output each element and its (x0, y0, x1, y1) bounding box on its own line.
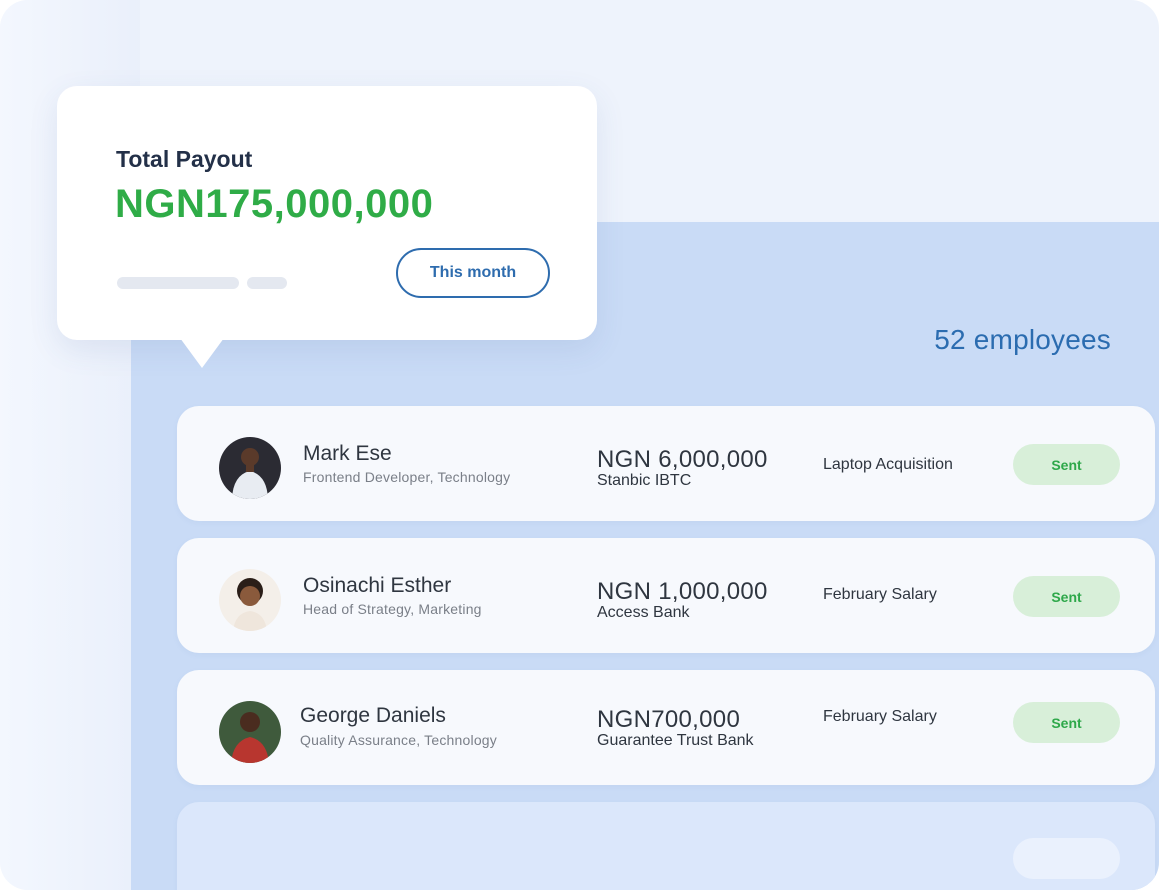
avatar (219, 437, 281, 499)
avatar (219, 701, 281, 763)
status-badge: Sent (1013, 702, 1120, 743)
bank-name: Access Bank (597, 604, 690, 621)
payment-amount: NGN700,000 (597, 706, 741, 733)
status-badge: Sent (1013, 576, 1120, 617)
employee-name: Mark Ese (303, 442, 392, 465)
avatar-image (219, 701, 281, 763)
payment-amount: NGN 6,000,000 (597, 446, 768, 473)
employee-name: Osinachi Esther (303, 574, 452, 597)
card-title: Total Payout (116, 146, 253, 172)
card-pointer (180, 338, 224, 368)
payment-amount: NGN 1,000,000 (597, 578, 768, 605)
placeholder-pill (1013, 838, 1120, 879)
employee-name: George Daniels (300, 704, 446, 727)
bank-name: Guarantee Trust Bank (597, 732, 754, 749)
payment-row[interactable]: Osinachi Esther Head of Strategy, Market… (177, 538, 1155, 653)
employee-role: Quality Assurance, Technology (300, 732, 497, 748)
employee-role: Frontend Developer, Technology (303, 469, 511, 485)
status-badge: Sent (1013, 444, 1120, 485)
skeleton-bar (247, 277, 287, 289)
employee-count: 52 employees (934, 324, 1111, 355)
employee-role: Head of Strategy, Marketing (303, 601, 482, 617)
period-filter-button[interactable]: This month (396, 248, 550, 298)
avatar-image (219, 437, 281, 499)
payment-purpose: Laptop Acquisition (823, 456, 953, 473)
total-payout-card: Total Payout NGN175,000,000 This month (57, 86, 597, 340)
payment-purpose: February Salary (823, 708, 937, 725)
payment-purpose: February Salary (823, 586, 937, 603)
payment-row[interactable]: Mark Ese Frontend Developer, Technology … (177, 406, 1155, 521)
app-background: 52 employees Mark Ese Frontend Developer… (0, 0, 1159, 890)
avatar (219, 569, 281, 631)
payment-row[interactable]: George Daniels Quality Assurance, Techno… (177, 670, 1155, 785)
bank-name: Stanbic IBTC (597, 472, 692, 489)
skeleton-bar (117, 277, 239, 289)
avatar-image (219, 569, 281, 631)
placeholder-row (177, 802, 1155, 890)
total-amount: NGN175,000,000 (115, 182, 434, 226)
